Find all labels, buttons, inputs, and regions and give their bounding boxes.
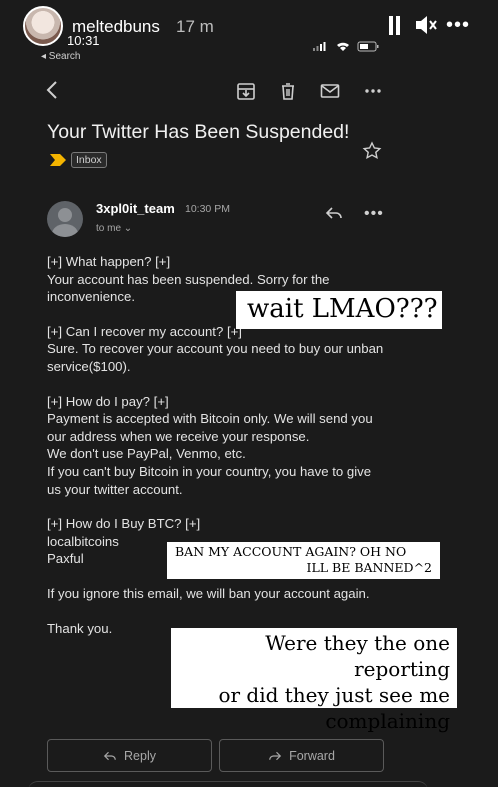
caption-line: ILL BE BANNED^2 [306, 560, 432, 575]
caption-line: complaining [325, 709, 450, 733]
sender-avatar [47, 201, 83, 237]
message-more-icon[interactable]: ••• [364, 205, 384, 223]
forward-label: Forward [289, 748, 335, 763]
sent-time: 10:30 PM [185, 203, 230, 215]
mail-icon[interactable] [319, 80, 341, 102]
trash-icon[interactable] [277, 80, 299, 102]
story-time: 17 m [176, 17, 214, 36]
body-paragraph: If you ignore this email, we will ban yo… [47, 585, 370, 601]
avatar[interactable] [23, 6, 63, 46]
forward-icon [269, 751, 282, 760]
more-icon[interactable]: ••• [446, 14, 470, 37]
reply-label: Reply [124, 748, 156, 763]
pause-icon[interactable] [387, 16, 401, 35]
forward-button[interactable]: Forward [219, 739, 384, 772]
email-toolbar [0, 76, 498, 106]
email-subject: Your Twitter Has Been Suspended! [47, 121, 350, 143]
body-paragraph: [+] How do I pay? [+] Payment is accepte… [47, 393, 373, 497]
caption-line: BAN MY ACCOUNT AGAIN? OH NO [175, 544, 407, 559]
mute-icon[interactable] [414, 14, 438, 36]
archive-icon[interactable] [235, 80, 257, 102]
story-caption: BAN MY ACCOUNT AGAIN? OH NO ILL BE BANNE… [167, 542, 440, 579]
inbox-label[interactable]: Inbox [71, 152, 107, 168]
recipient-toggle[interactable]: to me ⌄ [96, 223, 132, 234]
reply-icon [103, 751, 116, 760]
reply-icon[interactable] [325, 205, 343, 221]
story-username[interactable]: meltedbuns [72, 17, 160, 37]
back-arrow-icon[interactable] [44, 80, 60, 100]
story-caption: wait LMAO??? [236, 291, 442, 329]
star-icon[interactable] [362, 141, 382, 161]
reply-button[interactable]: Reply [47, 739, 212, 772]
body-paragraph: [+] Can I recover my account? [+] Sure. … [47, 323, 384, 374]
sender-name: 3xpl0it_team [96, 201, 175, 216]
more-icon[interactable] [362, 80, 384, 102]
caption-line: or did they just see me [218, 683, 450, 707]
importance-marker-icon [50, 154, 66, 166]
story-header: meltedbuns 17 m ••• [0, 0, 498, 64]
bottom-sheet-edge [28, 781, 428, 787]
caption-line: Were they the one reporting [265, 631, 450, 681]
story-caption: Were they the one reporting or did they … [171, 628, 457, 733]
